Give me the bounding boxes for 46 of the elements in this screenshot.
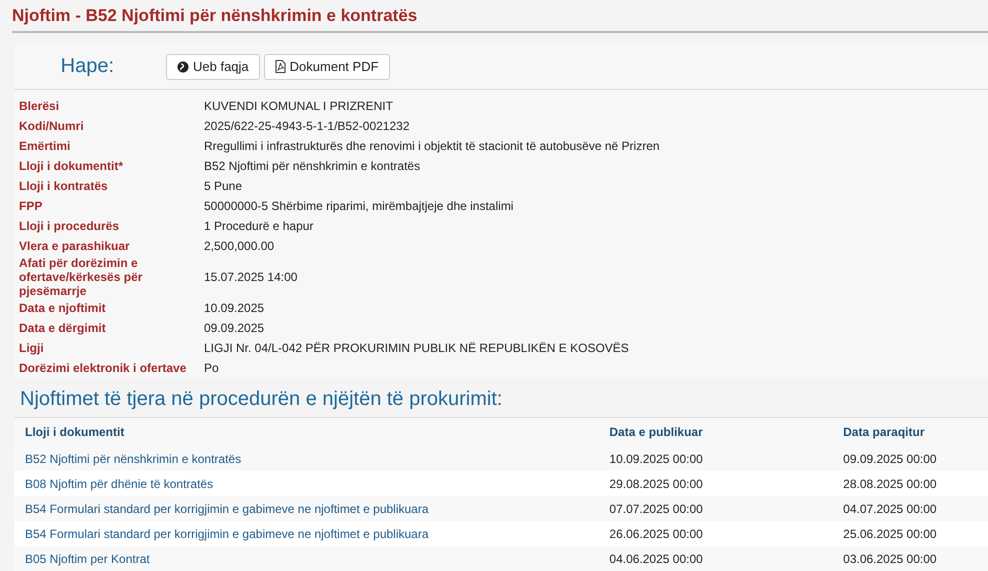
table-cell: 25.06.2025 00:00 [832, 521, 988, 546]
document-link[interactable]: B05 Njoftim per Kontrat [25, 552, 150, 566]
field-label: Dorëzimi elektronik i ofertave [19, 361, 186, 375]
field-label: Emërtimi [19, 139, 70, 153]
field-label: FPP [19, 199, 42, 213]
table-cell: 28.08.2025 00:00 [832, 471, 988, 496]
field-value: 5 Pune [204, 179, 242, 193]
field-value: 09.09.2025 [204, 321, 264, 335]
page-title: Njoftim - B52 Njoftimi për nënshkrimin e kontratës [12, 4, 988, 33]
document-link[interactable]: B52 Njoftimi për nënshkrimin e kontratës [25, 452, 242, 466]
table-cell: 04.06.2025 00:00 [598, 546, 832, 571]
website-button[interactable]: Ueb faqja [166, 54, 260, 80]
field-label: Lloji i kontratës [19, 179, 108, 193]
field-label: Data e njoftimit [19, 301, 106, 315]
field-value: 10.09.2025 [204, 301, 264, 315]
document-link[interactable]: B08 Njoftim për dhënie të kontratës [25, 476, 214, 490]
field-label: Lloji i procedurës [19, 219, 120, 233]
field-label: Vlera e parashikuar [19, 239, 130, 253]
table-cell: 29.08.2025 00:00 [598, 471, 832, 496]
field-label: Data e dërgimit [19, 321, 106, 335]
open-label: Hape: [60, 55, 115, 78]
field-value: 2025/622-25-4943-5-1-1/B52-0021232 [204, 119, 410, 133]
table-cell: 04.07.2025 00:00 [832, 496, 988, 521]
field-value: 2,500,000.00 [204, 239, 274, 253]
table-cell: 09.09.2025 00:00 [832, 446, 988, 471]
field-value: LIGJI Nr. 04/L-042 PËR PROKURIMIN PUBLIK NË REPUBLIKËN E KOSOVËS [204, 341, 629, 355]
field-value: KUVENDI KOMUNAL I PRIZRENIT [204, 99, 393, 113]
table-cell: 03.06.2025 00:00 [832, 546, 988, 571]
field-value: Po [204, 361, 219, 375]
field-value: 50000000-5 Shërbime riparimi, mirëmbajtjeje dhe instalimi [204, 199, 514, 213]
table-cell: 07.07.2025 00:00 [598, 496, 832, 521]
document-link[interactable]: B54 Formulari standard per korrigjimin e gabimeve ne njoftimet e publikuara [25, 526, 429, 540]
table-cell: 10.09.2025 00:00 [598, 446, 832, 471]
table-cell: 26.06.2025 00:00 [598, 521, 832, 546]
field-value: B52 Njoftimi për nënshkrimin e kontratës [204, 159, 420, 173]
pdf-file-icon [274, 60, 286, 73]
field-label: Afati për dorëzimin e ofertave/kërkesës për pjesëmarrje [19, 256, 144, 298]
field-value: 15.07.2025 14:00 [204, 270, 298, 284]
field-label: Lloji i dokumentit* [19, 159, 123, 173]
field-value: 1 Procedurë e hapur [204, 219, 314, 233]
field-label: Blerësi [19, 99, 60, 113]
pdf-document-button[interactable]: Dokument PDF [264, 54, 390, 80]
field-value: Rregullimi i infrastrukturës dhe renovimi i objektit të stacionit të autobusëve në Prizren [204, 139, 660, 153]
field-label: Kodi/Numri [19, 119, 84, 133]
document-link[interactable]: B54 Formulari standard per korrigjimin e gabimeve ne njoftimet e publikuara [25, 502, 429, 516]
field-label: Ligji [19, 341, 44, 355]
